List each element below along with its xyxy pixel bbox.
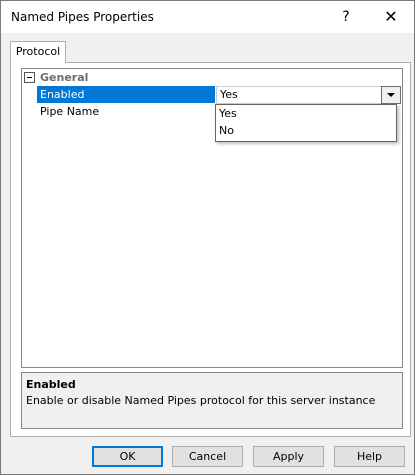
description-panel: Enabled Enable or disable Named Pipes pr… [21, 372, 403, 429]
apply-button[interactable]: Apply [253, 446, 324, 467]
tab-panel: General Enabled Yes Pipe Name Yes No Ena… [10, 62, 411, 437]
help-icon[interactable]: ? [323, 1, 369, 33]
property-value-enabled[interactable]: Yes [216, 86, 391, 104]
tab-protocol[interactable]: Protocol [10, 41, 66, 63]
enabled-dropdown-list: Yes No [215, 104, 397, 142]
description-title: Enabled [26, 378, 76, 391]
ok-button[interactable]: OK [92, 446, 163, 467]
category-label: General [40, 71, 89, 84]
property-name-enabled[interactable]: Enabled [37, 86, 215, 103]
help-button[interactable]: Help [334, 446, 405, 467]
category-row-general[interactable]: General [22, 69, 402, 86]
close-icon[interactable]: ✕ [368, 1, 414, 33]
collapse-icon[interactable] [24, 72, 35, 83]
description-text: Enable or disable Named Pipes protocol f… [26, 394, 376, 407]
dropdown-arrow-icon[interactable] [381, 86, 401, 104]
property-row-enabled[interactable]: Enabled Yes [22, 86, 402, 104]
title-bar: Named Pipes Properties ? ✕ [1, 1, 414, 33]
dialog-window: Named Pipes Properties ? ✕ Protocol Gene… [0, 0, 415, 475]
window-title: Named Pipes Properties [11, 10, 154, 24]
dropdown-option-yes[interactable]: Yes [216, 105, 396, 122]
property-name-pipe-name[interactable]: Pipe Name [37, 103, 215, 120]
cancel-button[interactable]: Cancel [172, 446, 243, 467]
dropdown-option-no[interactable]: No [216, 122, 396, 139]
